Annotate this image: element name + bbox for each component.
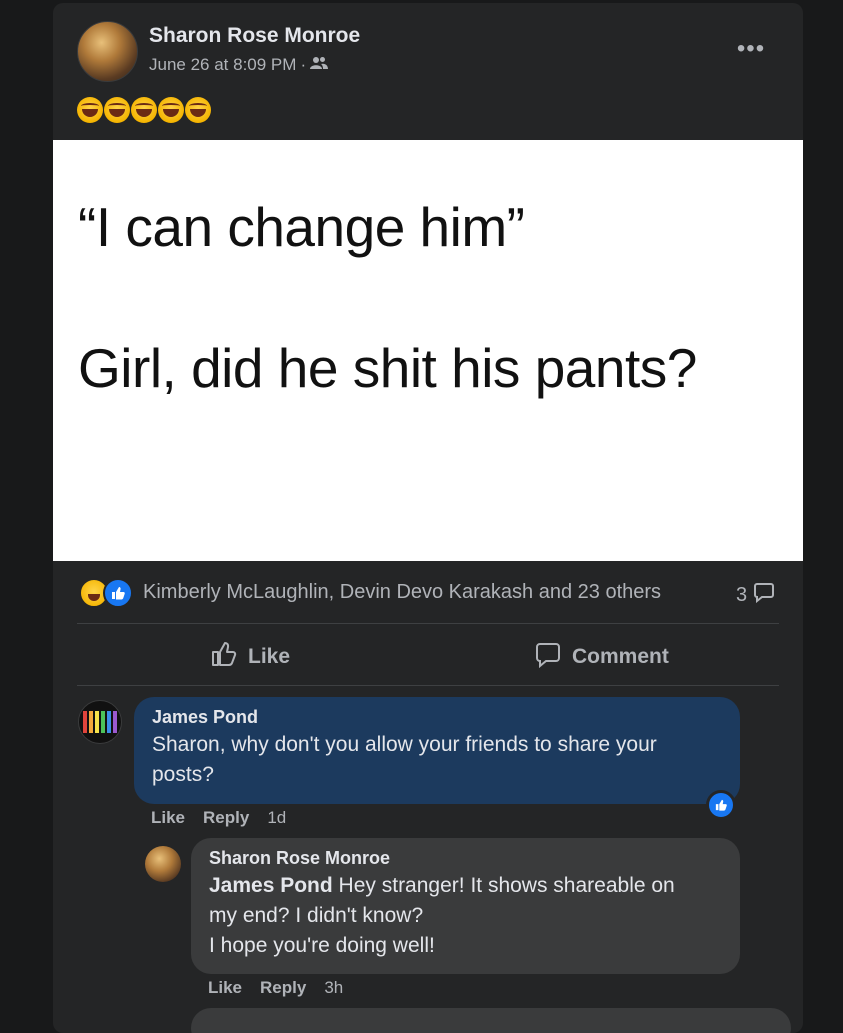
- rolling-on-floor-laughing-emoji: [104, 97, 130, 123]
- comment-bubble-icon: [753, 581, 775, 609]
- reply-reply-button[interactable]: Reply: [260, 978, 306, 998]
- post-timestamp[interactable]: June 26 at 8:09 PM: [149, 55, 296, 75]
- reply-actions: Like Reply 3h: [208, 978, 343, 998]
- post-author-name[interactable]: Sharon Rose Monroe: [149, 24, 360, 48]
- next-comment-bubble: [191, 1008, 791, 1033]
- reply-author[interactable]: Sharon Rose Monroe: [209, 848, 722, 869]
- meta-separator: ·: [300, 55, 307, 74]
- comment-label: Comment: [572, 645, 669, 668]
- rolling-on-floor-laughing-emoji: [158, 97, 184, 123]
- comment-actions: Like Reply 1d: [151, 808, 286, 828]
- like-label: Like: [248, 645, 291, 668]
- reply-bubble: Sharon Rose Monroe James Pond Hey strang…: [191, 838, 740, 974]
- divider: [77, 685, 779, 686]
- friends-icon[interactable]: [310, 55, 329, 75]
- rolling-on-floor-laughing-emoji: [131, 97, 157, 123]
- commenter-avatar[interactable]: [145, 846, 181, 882]
- comment-bubble: James Pond Sharon, why don't you allow y…: [134, 697, 740, 804]
- reactions-summary: Kimberly McLaughlin, Devin Devo Karakash…: [77, 576, 779, 612]
- reaction-icons[interactable]: [79, 578, 135, 608]
- mention-link[interactable]: James Pond: [209, 874, 333, 897]
- comment-time[interactable]: 1d: [267, 808, 286, 828]
- post-image[interactable]: “I can change him” Girl, did he shit his…: [53, 140, 803, 561]
- comment-text: Sharon, why don't you allow your friends…: [152, 733, 657, 786]
- comment-author[interactable]: James Pond: [152, 707, 722, 728]
- rolling-on-floor-laughing-emoji: [185, 97, 211, 123]
- comment-reply-button[interactable]: Reply: [203, 808, 249, 828]
- comment-icon: [534, 640, 562, 674]
- comment-like-button[interactable]: Like: [151, 808, 185, 828]
- post-caption: [77, 97, 211, 123]
- like-reaction-icon: [103, 578, 133, 608]
- commenter-avatar[interactable]: [78, 700, 122, 744]
- comment-count-value: 3: [736, 583, 748, 606]
- comment-count[interactable]: 3: [736, 581, 775, 609]
- divider: [77, 623, 779, 624]
- more-options-button[interactable]: •••: [733, 31, 769, 67]
- reply-time[interactable]: 3h: [324, 978, 343, 998]
- reply-like-button[interactable]: Like: [208, 978, 242, 998]
- thumbs-up-icon: [210, 640, 238, 674]
- like-button[interactable]: Like: [210, 639, 290, 675]
- reaction-names[interactable]: Kimberly McLaughlin, Devin Devo Karakash…: [143, 581, 661, 604]
- post-card: Sharon Rose Monroe June 26 at 8:09 PM · …: [53, 3, 803, 1033]
- rolling-on-floor-laughing-emoji: [77, 97, 103, 123]
- image-text-line1: “I can change him”: [78, 196, 525, 258]
- reply-text: James Pond Hey stranger! It shows sharea…: [209, 871, 722, 961]
- post-meta: June 26 at 8:09 PM ·: [149, 55, 329, 75]
- author-avatar[interactable]: [77, 21, 138, 82]
- image-text-line2: Girl, did he shit his pants?: [78, 337, 697, 399]
- comment-like-reaction-icon[interactable]: [706, 790, 736, 820]
- comment-button[interactable]: Comment: [534, 639, 669, 675]
